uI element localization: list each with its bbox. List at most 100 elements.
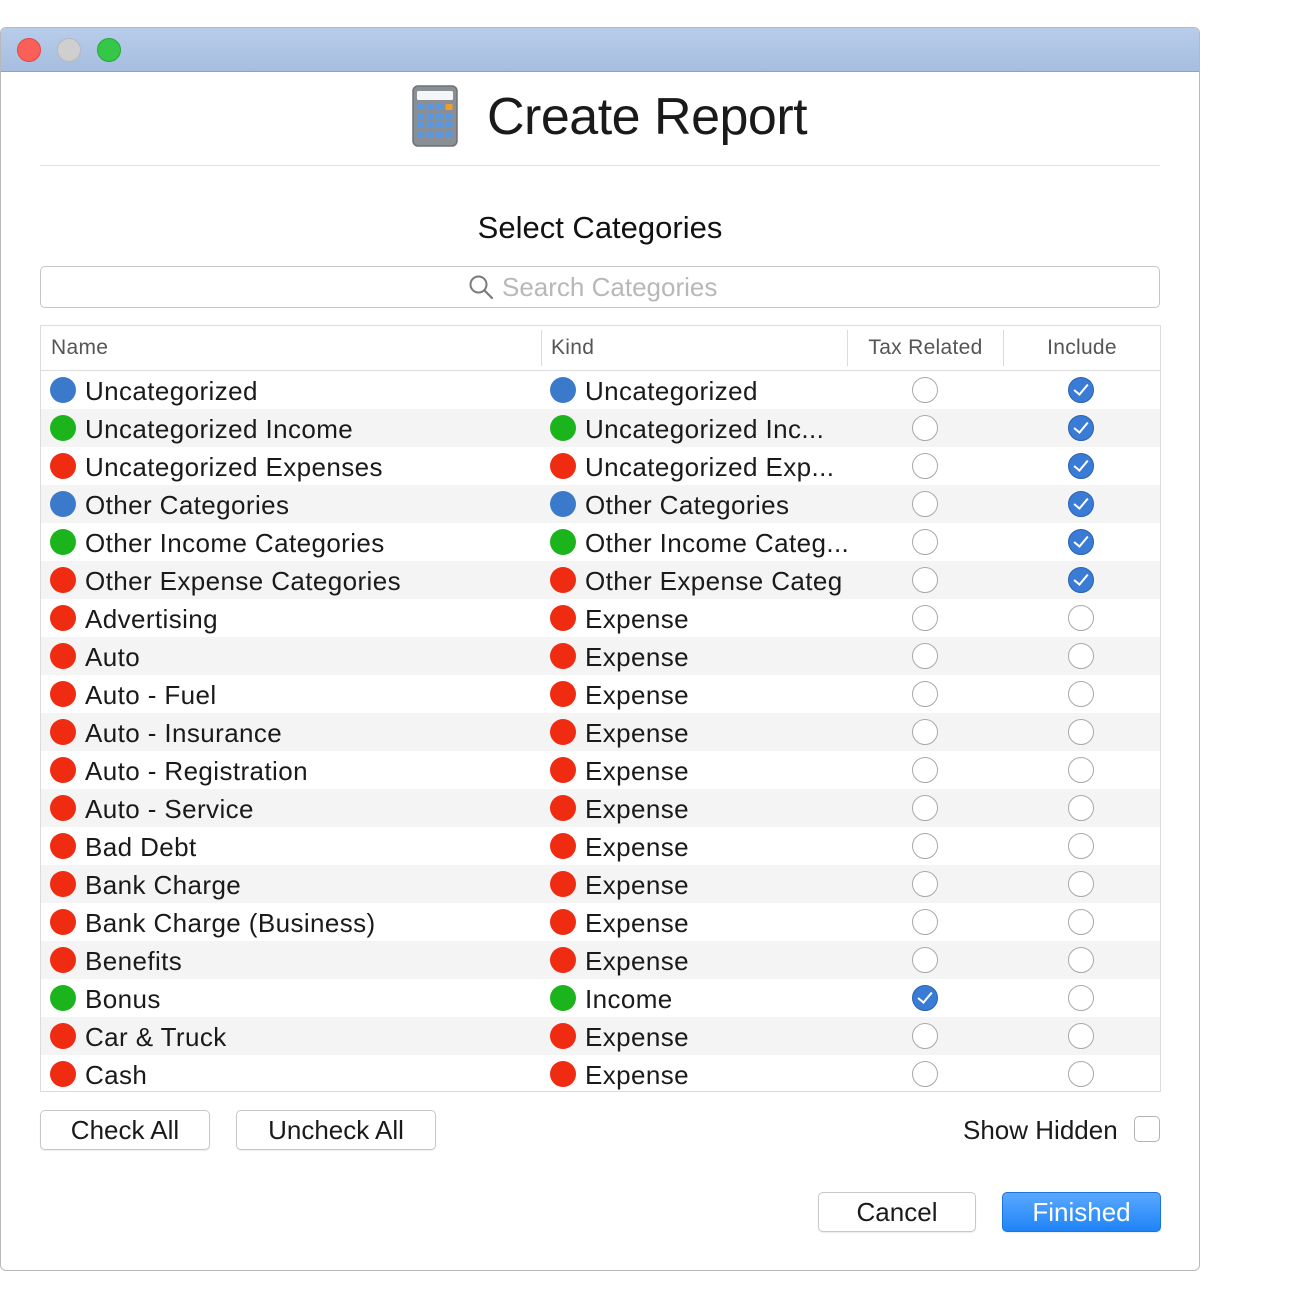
red-kind-dot-icon bbox=[550, 643, 576, 669]
table-row[interactable]: Auto - Service Expense bbox=[41, 789, 1160, 827]
category-kind: Other Categories bbox=[585, 490, 790, 520]
category-name: Auto - Insurance bbox=[85, 718, 283, 748]
include-checkbox[interactable] bbox=[1068, 567, 1094, 593]
tax-related-checkbox[interactable] bbox=[912, 833, 938, 859]
include-checkbox[interactable] bbox=[1068, 947, 1094, 973]
category-kind: Other Expense Categ bbox=[585, 566, 843, 596]
green-category-dot-icon bbox=[50, 415, 76, 441]
tax-related-checkbox[interactable] bbox=[912, 491, 938, 517]
table-row[interactable]: Advertising Expense bbox=[41, 599, 1160, 637]
minimize-window-button[interactable] bbox=[57, 38, 81, 62]
blue-category-dot-icon bbox=[50, 491, 76, 517]
cancel-button[interactable]: Cancel bbox=[818, 1192, 976, 1232]
tax-related-checkbox[interactable] bbox=[912, 605, 938, 631]
red-kind-dot-icon bbox=[550, 1061, 576, 1087]
include-checkbox[interactable] bbox=[1068, 605, 1094, 631]
blue-kind-dot-icon bbox=[550, 377, 576, 403]
tax-related-checkbox[interactable] bbox=[912, 985, 938, 1011]
tax-related-checkbox[interactable] bbox=[912, 947, 938, 973]
tax-related-checkbox[interactable] bbox=[912, 909, 938, 935]
column-header-include[interactable]: Include bbox=[1003, 330, 1160, 366]
tax-related-checkbox[interactable] bbox=[912, 1061, 938, 1087]
red-category-dot-icon bbox=[50, 719, 76, 745]
column-header-kind[interactable]: Kind bbox=[541, 330, 594, 366]
table-row[interactable]: Auto - Fuel Expense bbox=[41, 675, 1160, 713]
column-header-tax-related[interactable]: Tax Related bbox=[847, 330, 1003, 366]
include-checkbox[interactable] bbox=[1068, 529, 1094, 555]
table-row[interactable]: Uncategorized Income Uncategorized Inc... bbox=[41, 409, 1160, 447]
include-checkbox[interactable] bbox=[1068, 909, 1094, 935]
tax-related-checkbox[interactable] bbox=[912, 529, 938, 555]
category-kind: Expense bbox=[585, 680, 689, 710]
search-icon bbox=[469, 275, 494, 300]
include-checkbox[interactable] bbox=[1068, 453, 1094, 479]
category-kind: Expense bbox=[585, 908, 689, 938]
table-row[interactable]: Auto - Registration Expense bbox=[41, 751, 1160, 789]
table-row[interactable]: Uncategorized Expenses Uncategorized Exp.… bbox=[41, 447, 1160, 485]
red-kind-dot-icon bbox=[550, 947, 576, 973]
table-row[interactable]: Uncategorized Uncategorized bbox=[41, 371, 1160, 409]
title-bar[interactable] bbox=[1, 28, 1199, 72]
tax-related-checkbox[interactable] bbox=[912, 681, 938, 707]
show-hidden-checkbox[interactable] bbox=[1134, 1116, 1160, 1142]
tax-related-checkbox[interactable] bbox=[912, 871, 938, 897]
table-row[interactable]: Bank Charge Expense bbox=[41, 865, 1160, 903]
table-row[interactable]: Other Categories Other Categories bbox=[41, 485, 1160, 523]
tax-related-checkbox[interactable] bbox=[912, 757, 938, 783]
include-checkbox[interactable] bbox=[1068, 719, 1094, 745]
include-checkbox[interactable] bbox=[1068, 681, 1094, 707]
category-name: Other Expense Categories bbox=[85, 566, 401, 596]
category-name: Uncategorized bbox=[85, 376, 258, 406]
include-checkbox[interactable] bbox=[1068, 871, 1094, 897]
tax-related-checkbox[interactable] bbox=[912, 1023, 938, 1049]
column-header-name[interactable]: Name bbox=[51, 326, 108, 370]
include-checkbox[interactable] bbox=[1068, 377, 1094, 403]
include-checkbox[interactable] bbox=[1068, 643, 1094, 669]
category-name: Bonus bbox=[85, 984, 161, 1014]
category-name: Auto - Fuel bbox=[85, 680, 217, 710]
table-row[interactable]: Bank Charge (Business) Expense bbox=[41, 903, 1160, 941]
check-all-button[interactable]: Check All bbox=[40, 1110, 210, 1150]
table-row[interactable]: Other Income Categories Other Income Cate… bbox=[41, 523, 1160, 561]
finished-button[interactable]: Finished bbox=[1002, 1192, 1161, 1232]
category-name: Advertising bbox=[85, 604, 219, 634]
green-kind-dot-icon bbox=[550, 529, 576, 555]
red-category-dot-icon bbox=[50, 795, 76, 821]
tax-related-checkbox[interactable] bbox=[912, 719, 938, 745]
include-checkbox[interactable] bbox=[1068, 795, 1094, 821]
table-row[interactable]: Bad Debt Expense bbox=[41, 827, 1160, 865]
include-checkbox[interactable] bbox=[1068, 985, 1094, 1011]
include-checkbox[interactable] bbox=[1068, 1023, 1094, 1049]
red-category-dot-icon bbox=[50, 605, 76, 631]
include-checkbox[interactable] bbox=[1068, 491, 1094, 517]
table-row[interactable]: Auto Expense bbox=[41, 637, 1160, 675]
tax-related-checkbox[interactable] bbox=[912, 453, 938, 479]
category-kind: Uncategorized Exp... bbox=[585, 452, 835, 482]
green-category-dot-icon bbox=[50, 985, 76, 1011]
table-row[interactable]: Benefits Expense bbox=[41, 941, 1160, 979]
search-field[interactable] bbox=[40, 266, 1160, 308]
tax-related-checkbox[interactable] bbox=[912, 377, 938, 403]
table-row[interactable]: Car & Truck Expense bbox=[41, 1017, 1160, 1055]
red-kind-dot-icon bbox=[550, 719, 576, 745]
include-checkbox[interactable] bbox=[1068, 833, 1094, 859]
table-row[interactable]: Other Expense Categories Other Expense Ca… bbox=[41, 561, 1160, 599]
close-window-button[interactable] bbox=[17, 38, 41, 62]
red-kind-dot-icon bbox=[550, 871, 576, 897]
search-input[interactable] bbox=[502, 271, 732, 303]
table-row[interactable]: Cash Expense bbox=[41, 1055, 1160, 1091]
table-row[interactable]: Auto - Insurance Expense bbox=[41, 713, 1160, 751]
zoom-window-button[interactable] bbox=[97, 38, 121, 62]
uncheck-all-button[interactable]: Uncheck All bbox=[236, 1110, 436, 1150]
table-row[interactable]: Bonus Income bbox=[41, 979, 1160, 1017]
red-category-dot-icon bbox=[50, 871, 76, 897]
include-checkbox[interactable] bbox=[1068, 757, 1094, 783]
include-checkbox[interactable] bbox=[1068, 1061, 1094, 1087]
tax-related-checkbox[interactable] bbox=[912, 795, 938, 821]
include-checkbox[interactable] bbox=[1068, 415, 1094, 441]
tax-related-checkbox[interactable] bbox=[912, 643, 938, 669]
tax-related-checkbox[interactable] bbox=[912, 415, 938, 441]
green-category-dot-icon bbox=[50, 529, 76, 555]
tax-related-checkbox[interactable] bbox=[912, 567, 938, 593]
category-name: Other Income Categories bbox=[85, 528, 385, 558]
